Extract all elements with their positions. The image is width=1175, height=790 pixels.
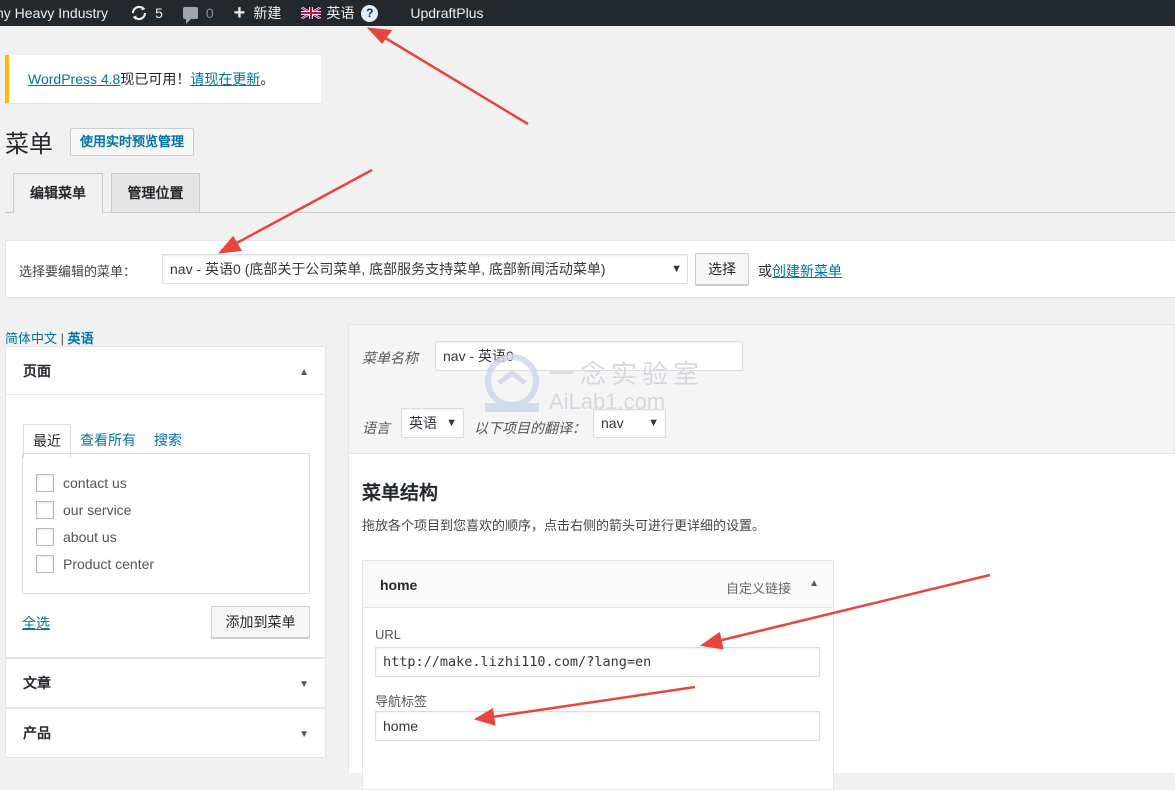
update-notice: WordPress 4.8 现已可用！ 请现在更新 。 [5,55,321,103]
page-title: 菜单 [5,131,53,158]
update-now-link[interactable]: 请现在更新 [190,69,260,89]
annotation-arrow-head [366,27,393,44]
products-panel: 产品 ▼ [5,708,326,758]
expand-down-icon: ▼ [299,679,309,690]
comment-icon [182,7,198,24]
language-switcher: 简体中文 | 英语 [5,328,94,347]
checkbox[interactable] [36,500,54,519]
pages-panel-title: 页面 [23,362,51,379]
menu-header-settings: 菜单名称 nav - 英语0 语言 英语 ▼ 以下项目的翻译： nav ▼ [348,324,1175,454]
language-label: 英语 [326,5,355,21]
url-label: URL [375,627,402,642]
page-item-label: Product center [63,555,155,572]
lang-separator: | [57,331,68,346]
lang-english[interactable]: 英语 [68,331,94,346]
menu-structure-description: 拖放各个项目到您喜欢的顺序，点击右侧的箭头可进行更详细的设置。 [362,518,766,533]
chevron-down-icon: ▼ [671,263,682,275]
select-menu-box: 选择要编辑的菜单： nav - 英语0 (底部关于公司菜单, 底部服务支持菜单,… [5,240,1175,298]
collapse-up-icon[interactable]: ▲ [809,578,819,589]
posts-panel: 文章 ▼ [5,658,326,708]
wordpress-version-link[interactable]: WordPress 4.8 [28,71,120,87]
refresh-icon [131,5,147,21]
updraftplus-label: UpdraftPlus [410,5,484,21]
navigation-label-label: 导航标签 [375,694,428,709]
site-name: ny Heavy Industry [0,5,109,21]
checkbox[interactable] [36,527,54,546]
expand-down-icon: ▼ [299,729,309,740]
language-select[interactable]: 英语 ▼ [401,408,464,438]
lang-simplified-chinese[interactable]: 简体中文 [5,331,57,346]
admin-bar: ny Heavy Industry 5 0 + 新建 英语 ? UpdraftP… [0,0,1175,26]
translation-label: 以下项目的翻译： [474,420,586,436]
updraftplus-link[interactable]: UpdraftPlus [410,0,483,26]
chevron-down-icon: ▼ [648,417,659,429]
checkbox[interactable] [36,473,54,492]
updates-count: 5 [155,5,163,21]
pages-panel-header[interactable]: 页面 ▲ [6,347,325,395]
checkbox[interactable] [36,554,54,573]
tab-manage-locations[interactable]: 管理位置 [111,173,200,213]
chevron-down-icon: ▼ [446,417,457,429]
menu-structure-title: 菜单结构 [362,483,439,504]
page-item-label: our service [63,501,132,518]
site-name-link[interactable]: ny Heavy Industry [0,0,108,26]
menu-item-type: 自定义链接 [725,581,791,596]
live-preview-button[interactable]: 使用实时预览管理 [70,128,195,156]
select-all-link[interactable]: 全选 [22,613,50,633]
list-item[interactable]: contact us [23,469,309,496]
translation-select[interactable]: nav ▼ [593,409,666,438]
language-label: 语言 [362,420,390,436]
products-panel-header[interactable]: 产品 ▼ [6,709,325,757]
create-menu-text: 或创建新菜单 [758,261,842,281]
annotation-arrow [381,34,529,126]
new-label: 新建 [253,5,282,21]
add-to-menu-button[interactable]: 添加到菜单 [211,606,310,638]
menu-item-header[interactable]: home 自定义链接 ▲ [363,561,833,608]
notice-text: 现已可用！ [120,71,191,87]
select-button[interactable]: 选择 [695,253,749,285]
posts-panel-header[interactable]: 文章 ▼ [6,659,325,707]
new-content-link[interactable]: + 新建 [234,0,282,26]
menu-structure-panel: 菜单结构 拖放各个项目到您喜欢的顺序，点击右侧的箭头可进行更详细的设置。 hom… [348,453,1175,790]
pages-panel: 页面 ▲ 最近 查看所有 搜索 contact us our service a… [5,346,326,658]
list-item[interactable]: our service [23,496,309,523]
or-text: 或 [758,263,772,279]
plus-icon: + [233,2,246,24]
language-menu[interactable]: 英语 ? [301,0,379,26]
language-select-value: 英语 [409,415,437,431]
tab-edit-menus[interactable]: 编辑菜单 [13,173,103,213]
comments-count: 0 [205,5,214,21]
annotation-arrow [232,168,373,247]
page-item-label: about us [63,528,117,545]
pages-checklist: contact us our service about us Product … [22,453,310,594]
posts-panel-title: 文章 [23,675,51,691]
help-icon[interactable]: ? [361,4,379,22]
list-item[interactable]: Product center [23,550,309,577]
uk-flag-icon [301,7,322,19]
comments-link[interactable]: 0 [182,0,214,26]
url-input[interactable]: http://make.lizhi110.com/?lang=en [375,647,820,677]
menu-item-home: home 自定义链接 ▲ URL http://make.lizhi110.co… [362,560,834,790]
menu-select-dropdown[interactable]: nav - 英语0 (底部关于公司菜单, 底部服务支持菜单, 底部新闻活动菜单)… [162,254,688,284]
menu-name-label: 菜单名称 [362,350,418,366]
updates-link[interactable]: 5 [130,0,163,26]
create-new-menu-link[interactable]: 创建新菜单 [772,263,842,279]
navigation-label-input[interactable]: home [375,711,820,741]
collapse-up-icon: ▲ [299,367,309,378]
page-item-label: contact us [63,474,127,491]
menu-select-value: nav - 英语0 (底部关于公司菜单, 底部服务支持菜单, 底部新闻活动菜单) [170,261,606,277]
menu-name-input[interactable]: nav - 英语0 [435,341,743,371]
translation-select-value: nav [601,415,624,431]
list-item[interactable]: about us [23,523,309,550]
notice-end: 。 [260,71,275,87]
menu-item-title: home [380,577,418,593]
products-panel-title: 产品 [23,725,51,741]
select-menu-label: 选择要编辑的菜单： [19,264,137,279]
